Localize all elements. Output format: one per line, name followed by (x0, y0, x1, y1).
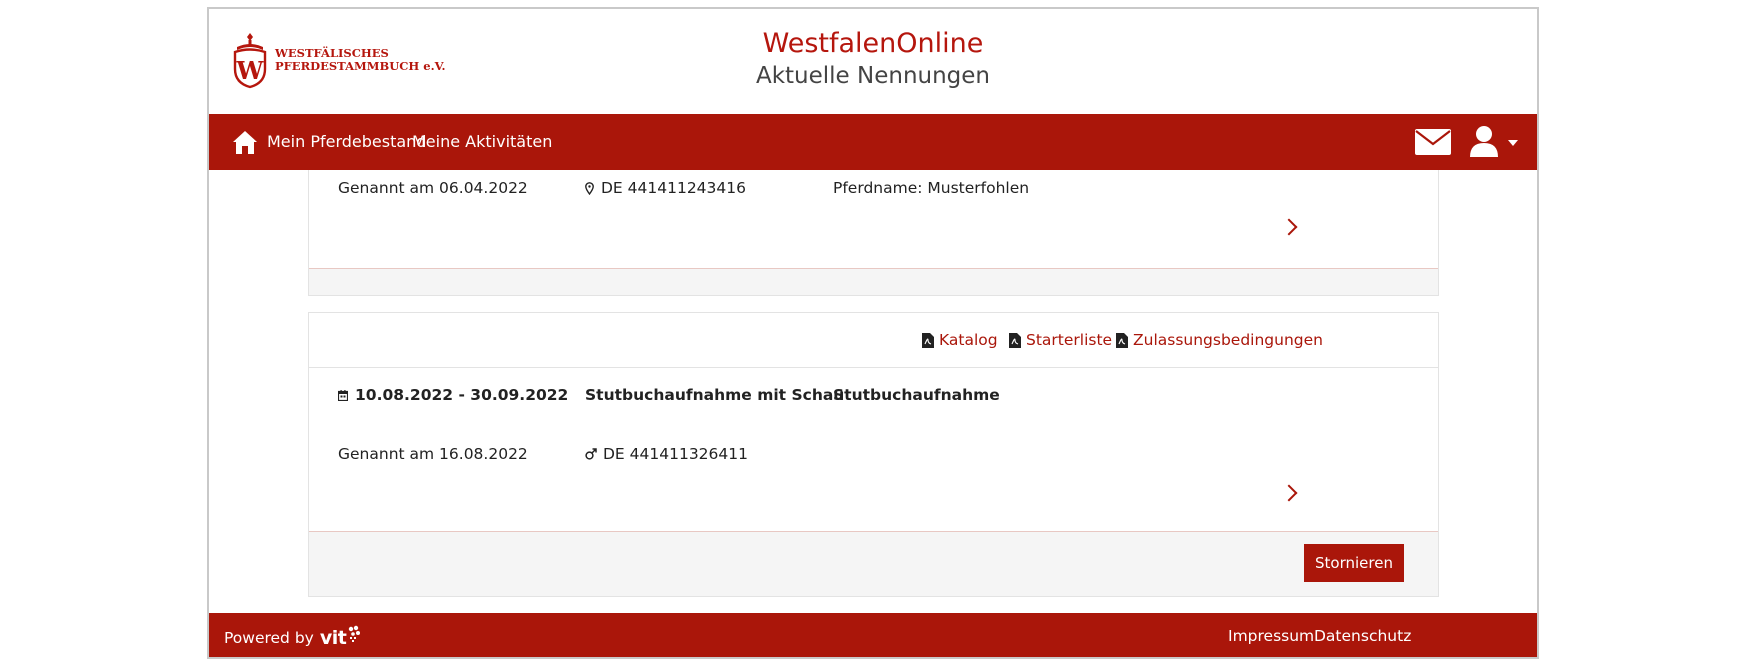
entry-genannt: Genannt am 16.08.2022 (338, 445, 528, 463)
app-frame: W WESTFÄLISCHES PFERDESTAMMBUCH e.V. Wes… (207, 7, 1539, 659)
entry-genannt: Genannt am 06.04.2022 (338, 179, 528, 197)
app-title: WestfalenOnline (762, 28, 984, 59)
document-links: Katalog Starterliste Zulassungsbedingung… (309, 313, 1438, 368)
entry-horse-id: DE 441411326411 (603, 445, 748, 463)
map-pin-icon (585, 182, 594, 195)
pdf-file-icon (1009, 332, 1021, 348)
entries-list: Genannt am 06.04.2022 DE 441411243416 Pf… (209, 170, 1537, 613)
pdf-file-icon (1116, 332, 1128, 348)
user-menu-caret-icon[interactable] (1508, 140, 1518, 146)
entry-horse-id: DE 441411243416 (601, 179, 746, 197)
main-navbar: Mein Pferdebestand Meine Aktivitäten (209, 114, 1537, 170)
entry-card: Katalog Starterliste Zulassungsbedingung… (308, 312, 1439, 597)
page-header: W WESTFÄLISCHES PFERDESTAMMBUCH e.V. Wes… (209, 9, 1537, 114)
entry-card: Genannt am 06.04.2022 DE 441411243416 Pf… (308, 170, 1439, 296)
nav-item-pferdebestand[interactable]: Mein Pferdebestand (267, 132, 426, 151)
footer-link-datenschutz[interactable]: Datenschutz (1314, 627, 1411, 645)
entry-card-footer: Stornieren (309, 531, 1438, 596)
entry-date-range: 10.08.2022 - 30.09.2022 (355, 386, 569, 404)
page-titles: WestfalenOnline Aktuelle Nennungen (209, 27, 1537, 91)
male-symbol-icon (585, 448, 597, 460)
user-icon[interactable] (1469, 125, 1499, 157)
doc-link-starterliste[interactable]: Starterliste (1009, 331, 1112, 349)
nav-item-aktivitaeten[interactable]: Meine Aktivitäten (412, 132, 552, 151)
vit-flower-icon (349, 625, 361, 642)
footer-link-impressum[interactable]: Impressum (1228, 627, 1314, 645)
powered-by: Powered by vit (224, 625, 361, 649)
doc-link-katalog[interactable]: Katalog (922, 331, 998, 349)
entry-pferdname: Pferdname: Musterfohlen (833, 179, 1030, 197)
entry-type: Stutbuchaufnahme (833, 386, 1000, 404)
chevron-right-icon[interactable] (1280, 484, 1298, 502)
calendar-icon (338, 390, 348, 401)
stornieren-button[interactable]: Stornieren (1304, 544, 1404, 582)
pdf-file-icon (922, 332, 934, 348)
envelope-icon[interactable] (1415, 129, 1451, 155)
page-footer: Powered by vit Impressum Datenschutz (209, 613, 1537, 657)
chevron-right-icon[interactable] (1280, 218, 1298, 236)
entry-card-footer (309, 268, 1438, 295)
doc-link-zulassungsbedingungen[interactable]: Zulassungsbedingungen (1116, 331, 1323, 349)
page-subtitle: Aktuelle Nennungen (755, 63, 991, 89)
entry-event: Stutbuchaufnahme mit Schau (585, 386, 845, 404)
home-icon[interactable] (231, 128, 259, 156)
vit-logo[interactable]: vit (320, 627, 347, 649)
